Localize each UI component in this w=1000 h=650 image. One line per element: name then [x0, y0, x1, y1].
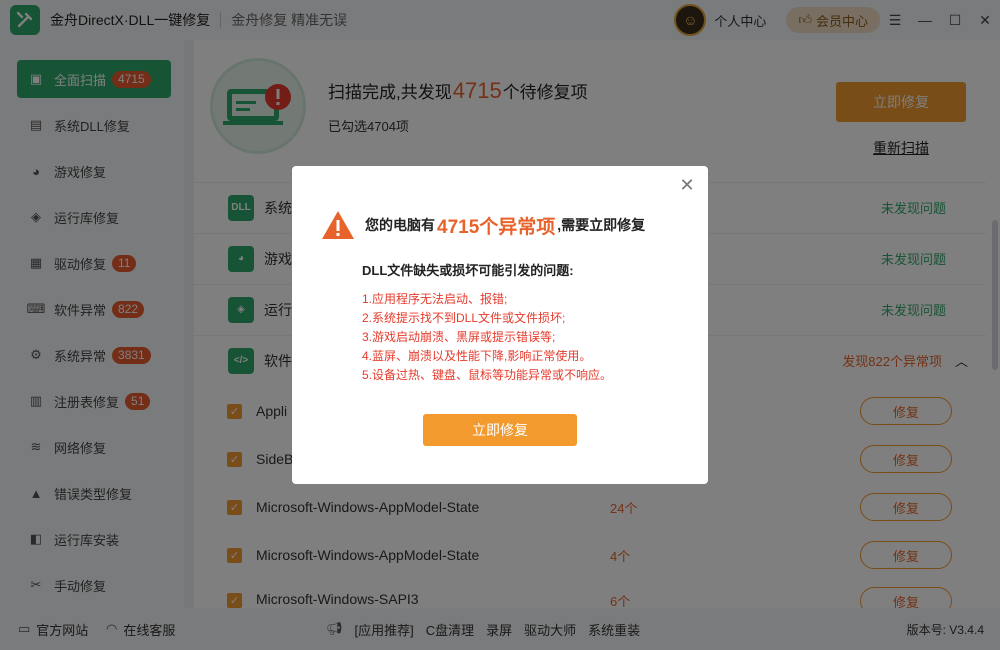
dialog-issue-count: 4715个异常项 — [437, 216, 556, 238]
dialog-heading-prefix: 您的电脑有 — [365, 217, 435, 233]
problem-item: 1.应用程序无法启动、报错; — [362, 292, 508, 306]
close-icon[interactable]: ✕ — [678, 175, 696, 195]
warning-dialog: ✕ 您的电脑有 4715个异常项 ,需要立即修复 DLL文件缺失或损坏可能引发的… — [292, 166, 708, 484]
dialog-subtitle: DLL文件缺失或损坏可能引发的问题: — [362, 263, 574, 278]
problem-item: 4.蓝屏、崩溃以及性能下降,影响正常使用。 — [362, 349, 592, 363]
problem-list: 1.应用程序无法启动、报错; 2.系统提示找不到DLL文件或文件损坏; 3.游戏… — [362, 290, 612, 385]
dialog-fix-now-button[interactable]: 立即修复 — [423, 414, 577, 446]
problem-item: 2.系统提示找不到DLL文件或文件损坏; — [362, 311, 566, 325]
dialog-heading: 您的电脑有 4715个异常项 ,需要立即修复 — [321, 210, 645, 240]
problem-item: 5.设备过热、键盘、鼠标等功能异常或不响应。 — [362, 368, 613, 382]
dialog-heading-suffix: ,需要立即修复 — [557, 217, 646, 233]
warning-icon — [322, 211, 354, 239]
problem-item: 3.游戏启动崩溃、黑屏或提示错误等; — [362, 330, 556, 344]
